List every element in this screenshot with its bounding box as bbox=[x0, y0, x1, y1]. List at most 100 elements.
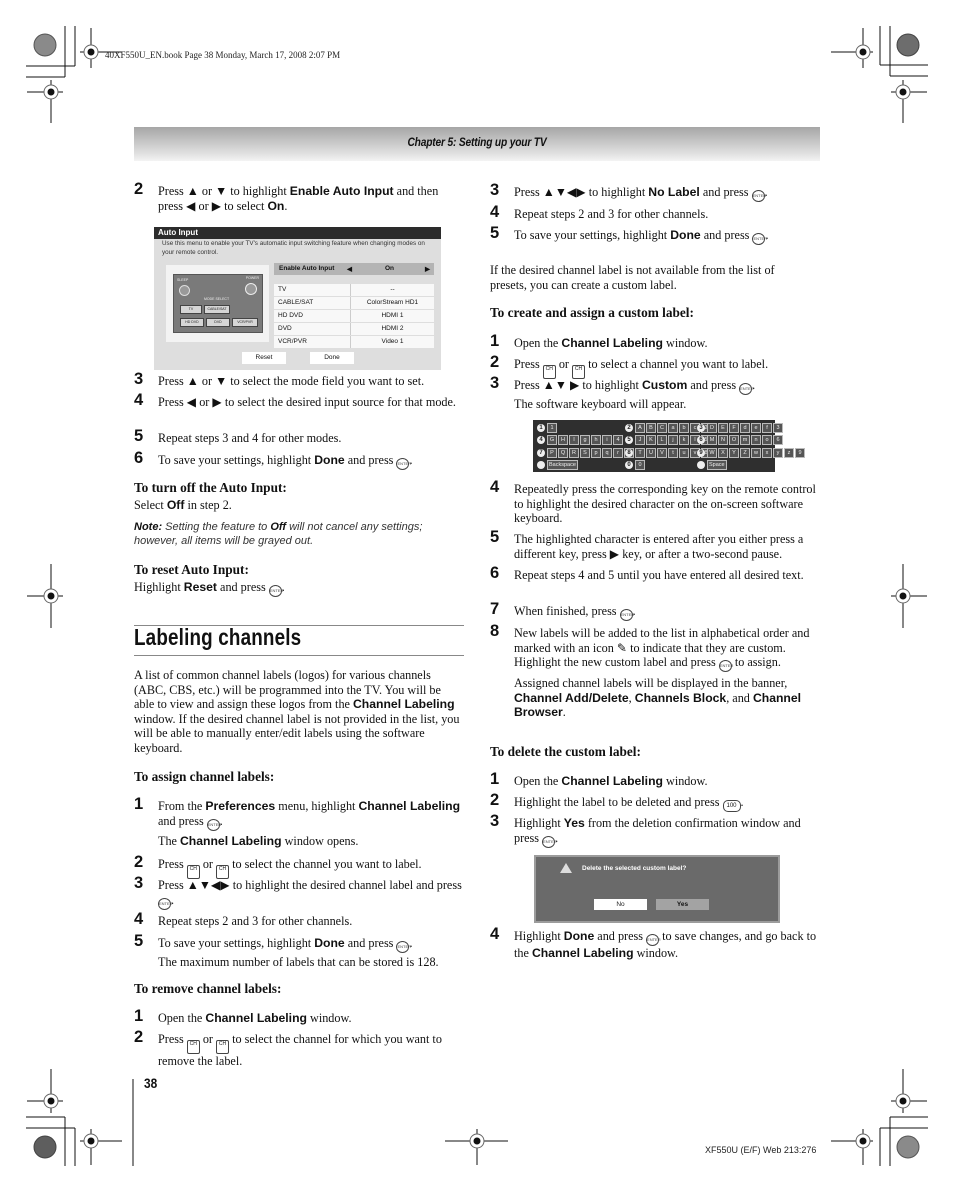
keyboard-key[interactable]: m bbox=[740, 435, 750, 445]
enable-auto-input-field[interactable]: Enable Auto Input ◀ On ▶ bbox=[274, 263, 434, 275]
keyboard-key[interactable]: j bbox=[668, 435, 678, 445]
keyboard-key[interactable]: Z bbox=[740, 447, 750, 458]
reset-heading: To reset Auto Input: bbox=[134, 562, 249, 577]
no-button[interactable]: No bbox=[594, 899, 647, 910]
keyboard-key-group: Backspace bbox=[537, 460, 579, 471]
remote-number-key-icon: 1 bbox=[537, 423, 545, 432]
note: Note: Setting the feature to Off will no… bbox=[134, 521, 423, 547]
keyboard-key[interactable]: J bbox=[635, 435, 645, 445]
keyboard-key[interactable]: Y bbox=[729, 447, 739, 458]
create-step-3: 3 Press ▲▼ ▶ to highlight Custom and pres… bbox=[490, 374, 756, 411]
keyboard-key[interactable]: 0 bbox=[635, 460, 645, 470]
keyboard-key[interactable]: B bbox=[646, 422, 656, 433]
remove-step-2: 2 Press CH or CH to select the channel fo… bbox=[134, 1028, 442, 1068]
remote-number-key-icon: 8 bbox=[625, 448, 633, 457]
keyboard-key[interactable]: a bbox=[668, 422, 678, 433]
yes-button[interactable]: Yes bbox=[656, 899, 709, 910]
keyboard-key[interactable]: E bbox=[718, 422, 728, 433]
keyboard-key[interactable]: y bbox=[773, 447, 783, 458]
keyboard-key[interactable]: 6 bbox=[773, 435, 783, 445]
remote-number-key-icon: 7 bbox=[537, 448, 545, 457]
keyboard-key-group: Space bbox=[697, 460, 728, 471]
keyboard-key[interactable]: n bbox=[751, 435, 761, 445]
table-row[interactable]: CABLE/SAT ColorStream HD1 bbox=[274, 297, 434, 309]
arrow-right-icon[interactable]: ▶ bbox=[425, 265, 430, 273]
keyboard-key[interactable]: U bbox=[646, 447, 656, 458]
table-row[interactable]: DVD HDMI 2 bbox=[274, 323, 434, 335]
keyboard-key[interactable]: R bbox=[569, 447, 579, 458]
keyboard-key[interactable]: r bbox=[613, 447, 623, 458]
keyboard-key[interactable]: b bbox=[679, 422, 689, 433]
delete-step-1: 1 Open the Channel Labeling window. bbox=[490, 770, 708, 788]
keyboard-key-group: 00 bbox=[625, 460, 646, 471]
keyboard-key[interactable]: 4 bbox=[613, 435, 623, 445]
reset-button[interactable]: Reset bbox=[242, 352, 286, 364]
keyboard-key[interactable]: H bbox=[558, 435, 568, 445]
keyboard-key[interactable]: X bbox=[718, 447, 728, 458]
delete-step-2: 2 Highlight the label to be deleted and p… bbox=[490, 792, 820, 812]
keyboard-key[interactable]: D bbox=[707, 422, 717, 433]
keyboard-key[interactable]: h bbox=[591, 435, 601, 445]
keyboard-key[interactable]: T bbox=[635, 447, 645, 458]
keyboard-key[interactable]: u bbox=[679, 447, 689, 458]
keyboard-key[interactable]: L bbox=[657, 435, 667, 445]
keyboard-key[interactable]: i bbox=[602, 435, 612, 445]
keyboard-key[interactable]: q bbox=[602, 447, 612, 458]
keyboard-key[interactable]: Q bbox=[558, 447, 568, 458]
keyboard-key[interactable]: I bbox=[569, 435, 579, 445]
enter-icon: ENTER bbox=[646, 934, 661, 946]
enter-icon: ENTER bbox=[268, 585, 283, 597]
keyboard-key[interactable]: K bbox=[646, 435, 656, 445]
remote-vcr-button: VCR/PVR bbox=[232, 318, 258, 327]
keyboard-key[interactable]: d bbox=[740, 422, 750, 433]
done-button[interactable]: Done bbox=[310, 352, 354, 364]
keyboard-key[interactable]: Backspace bbox=[547, 460, 578, 470]
keyboard-key[interactable]: W bbox=[707, 447, 717, 458]
arrow-left-icon[interactable]: ◀ bbox=[347, 265, 352, 273]
reset-text: Highlight Reset and press ENTER. bbox=[134, 580, 285, 597]
enter-icon: ENTER bbox=[739, 383, 754, 395]
labeling-intro: A list of common channel labels (logos) … bbox=[134, 668, 460, 755]
keyboard-key[interactable]: O bbox=[729, 435, 739, 445]
remove-step-1: 1 Open the Channel Labeling window. bbox=[134, 1007, 352, 1025]
keyboard-key[interactable]: f bbox=[762, 422, 772, 433]
keyboard-key[interactable]: 3 bbox=[773, 422, 783, 433]
keyboard-key[interactable]: g bbox=[580, 435, 590, 445]
chapter-header-bar: Chapter 5: Setting up your TV bbox=[134, 127, 820, 161]
keyboard-key[interactable]: S bbox=[580, 447, 590, 458]
keyboard-key[interactable]: p bbox=[591, 447, 601, 458]
step-4: 4 Press ◀ or ▶ to select the desired inpu… bbox=[134, 391, 456, 409]
create-step-8: 8 New labels will be added to the list in… bbox=[490, 622, 810, 720]
table-row[interactable]: TV -- bbox=[274, 284, 434, 296]
hundred-button-icon: 100 bbox=[722, 800, 741, 812]
keyboard-key[interactable]: o bbox=[762, 435, 772, 445]
keyboard-key[interactable]: C bbox=[657, 422, 667, 433]
chapter-title: Chapter 5: Setting up your TV bbox=[407, 135, 547, 149]
keyboard-key[interactable]: k bbox=[679, 435, 689, 445]
keyboard-key[interactable]: x bbox=[762, 447, 772, 458]
step-2-enable-auto-input: 2 Press ▲ or ▼ to highlight Enable Auto … bbox=[134, 180, 439, 213]
keyboard-key[interactable]: F bbox=[729, 422, 739, 433]
keyboard-key[interactable]: t bbox=[668, 447, 678, 458]
keyboard-key[interactable]: A bbox=[635, 422, 645, 433]
custom-intro: If the desired channel label is not avai… bbox=[490, 263, 775, 292]
keyboard-key[interactable]: N bbox=[718, 435, 728, 445]
keyboard-key-group: 6MNOmno6 bbox=[697, 435, 784, 446]
keyboard-key[interactable]: P bbox=[547, 447, 557, 458]
keyboard-key[interactable]: Space bbox=[707, 460, 727, 470]
keyboard-key[interactable]: V bbox=[657, 447, 667, 458]
table-row[interactable]: VCR/PVR Video 1 bbox=[274, 336, 434, 348]
keyboard-key[interactable]: G bbox=[547, 435, 557, 445]
enable-auto-input-value: On bbox=[385, 265, 395, 272]
remote-number-key-icon: 3 bbox=[697, 423, 705, 432]
remote-tv-button: TV bbox=[180, 305, 202, 314]
keyboard-key[interactable]: e bbox=[751, 422, 761, 433]
turn-off-heading: To turn off the Auto Input: bbox=[134, 480, 287, 495]
keyboard-key[interactable]: z bbox=[784, 447, 794, 458]
keyboard-key[interactable]: 1 bbox=[547, 422, 557, 433]
keyboard-key[interactable]: 9 bbox=[795, 447, 805, 458]
table-row[interactable]: HD DVD HDMI 1 bbox=[274, 310, 434, 322]
keyboard-key[interactable]: w bbox=[751, 447, 761, 458]
keyboard-key-group: 9WXYZwxyz9 bbox=[697, 447, 806, 458]
keyboard-key[interactable]: M bbox=[707, 435, 717, 445]
